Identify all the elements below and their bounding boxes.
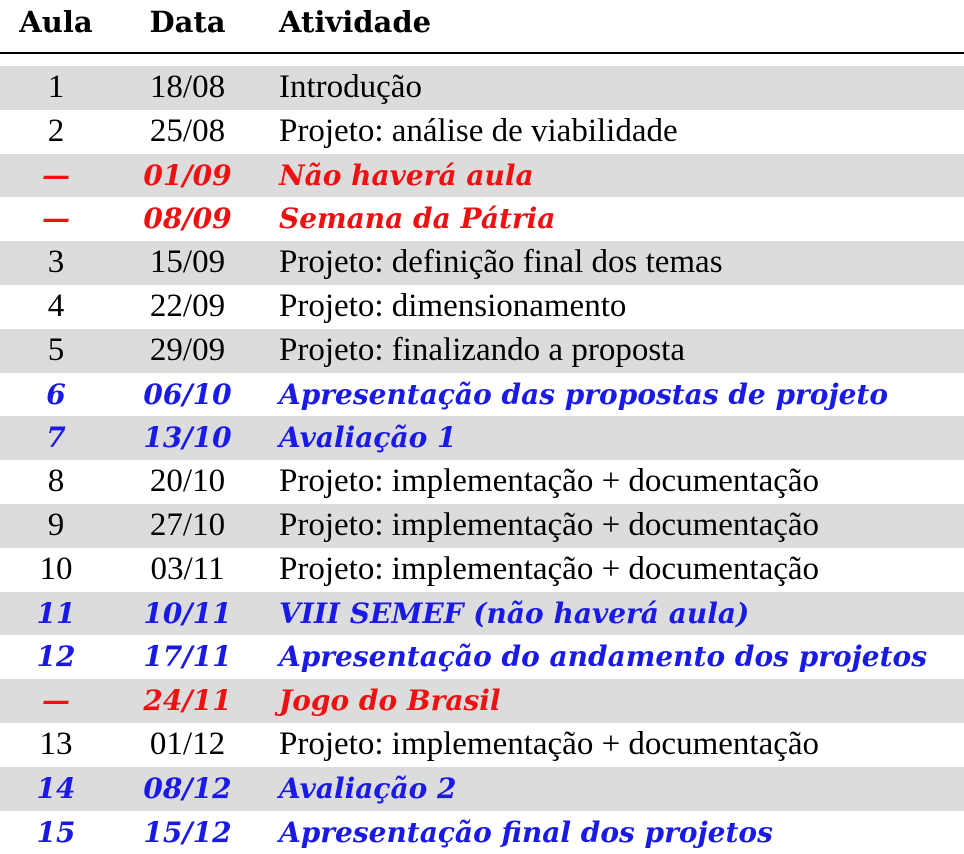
cell-aula: 1	[47, 69, 65, 105]
header-atividade: Atividade	[279, 5, 432, 39]
cell-aula: 3	[47, 244, 65, 281]
cell-atividade: Projeto: implementação + documentação	[279, 463, 820, 500]
cell-atividade: Projeto: dimensionamento	[279, 287, 627, 324]
table-row: — 24/11 Jogo do Brasil	[0, 679, 964, 723]
cell-data: 08/09	[143, 202, 232, 236]
table-row: 8 20/10 Projeto: implementação + documenta…	[0, 460, 964, 504]
cell-data: 25/08	[149, 112, 226, 149]
cell-aula: 12	[36, 640, 76, 674]
cell-data: 20/10	[149, 463, 226, 500]
cell-data: 24/11	[143, 684, 232, 718]
cell-data: 27/10	[149, 506, 226, 543]
cell-aula: 10	[39, 550, 73, 587]
cell-atividade: Projeto: implementação + documentação	[279, 550, 820, 587]
cell-aula: 13	[39, 725, 73, 762]
cell-aula: 11	[36, 596, 76, 630]
cell-atividade: Projeto: definição final dos temas	[279, 244, 723, 281]
cell-atividade: Avaliação 1	[279, 421, 457, 455]
cell-atividade: Avaliação 2	[279, 771, 457, 805]
table-row: 12 17/11 Apresentação do andamento dos pro…	[0, 635, 964, 679]
cell-atividade: VIII SEMEF (não haverá aula)	[279, 596, 750, 630]
cell-data: 01/09	[143, 158, 232, 192]
cell-aula: 2	[47, 112, 65, 149]
cell-atividade: Semana da Pátria	[279, 202, 556, 236]
cell-atividade: Projeto: finalizando a proposta	[279, 331, 685, 368]
cell-aula: —	[42, 684, 70, 718]
cell-atividade: Apresentação das propostas de projeto	[279, 377, 889, 411]
table-row: 2 25/08 Projeto: análise de viabilidade	[0, 110, 964, 154]
cell-data: 13/10	[143, 421, 232, 455]
table-row: 14 08/12 Avaliação 2	[0, 766, 964, 811]
cell-data: 15/12	[143, 815, 232, 849]
cell-atividade: Projeto: implementação + documentação	[279, 725, 820, 762]
table-row: 11 10/11 VIII SEMEF (não haverá aula)	[0, 591, 964, 636]
cell-data: 22/09	[149, 287, 226, 324]
cell-aula: 7	[46, 421, 66, 455]
cell-atividade: Apresentação do andamento dos projetos	[279, 640, 927, 674]
table-row: 13 01/12 Projeto: implementação + document…	[0, 723, 964, 767]
table-row: 9 27/10 Projeto: implementação + documenta…	[0, 503, 964, 548]
cell-data: 08/12	[143, 771, 232, 805]
cell-data: 29/09	[149, 331, 226, 368]
schedule-table: Aula Data Atividade 1 18/08 Introdução 2 25/…	[0, 0, 964, 849]
table-row: 6 06/10 Apresentação das propostas de proj…	[0, 373, 964, 417]
cell-data: 15/09	[149, 244, 226, 281]
cell-aula: 15	[36, 815, 76, 849]
table-row: 10 03/11 Projeto: implementação + document…	[0, 548, 964, 592]
cell-atividade: Apresentação final dos projetos	[279, 815, 773, 849]
table-body: 1 18/08 Introdução 2 25/08 Projeto: análise d…	[0, 66, 964, 854]
cell-data: 03/11	[150, 550, 225, 587]
cell-aula: 9	[47, 506, 65, 543]
cell-aula: 5	[47, 331, 65, 368]
cell-atividade: Não haverá aula	[279, 158, 534, 192]
cell-data: 06/10	[143, 377, 232, 411]
table-row: 3 15/09 Projeto: definição final dos temas	[0, 241, 964, 285]
cell-aula: 8	[47, 463, 65, 500]
cell-aula: —	[42, 202, 70, 236]
cell-aula: 6	[46, 377, 66, 411]
table-row: 5 29/09 Projeto: finalizando a proposta	[0, 328, 964, 373]
table-row: 4 22/09 Projeto: dimensionamento	[0, 285, 964, 329]
header-rule	[0, 52, 964, 54]
cell-atividade: Introdução	[279, 69, 422, 105]
table-header: Aula Data Atividade	[0, 0, 964, 44]
cell-data: 18/08	[149, 69, 226, 105]
table-row: 15 15/12 Apresentação final dos projetos	[0, 811, 964, 854]
table-row: 7 13/10 Avaliação 1	[0, 416, 964, 461]
cell-data: 10/11	[143, 596, 232, 630]
table-row: 1 18/08 Introdução	[0, 66, 964, 110]
cell-atividade: Projeto: implementação + documentação	[279, 506, 820, 543]
cell-aula: —	[42, 158, 70, 192]
cell-aula: 14	[36, 771, 76, 805]
header-data: Data	[149, 5, 226, 39]
cell-data: 01/12	[149, 725, 226, 762]
table-row: — 01/09 Não haverá aula	[0, 153, 964, 198]
header-aula: Aula	[19, 5, 93, 39]
cell-aula: 4	[47, 287, 65, 324]
cell-atividade: Jogo do Brasil	[279, 684, 501, 718]
cell-data: 17/11	[143, 640, 232, 674]
cell-atividade: Projeto: análise de viabilidade	[279, 112, 678, 149]
table-row: — 08/09 Semana da Pátria	[0, 197, 964, 241]
